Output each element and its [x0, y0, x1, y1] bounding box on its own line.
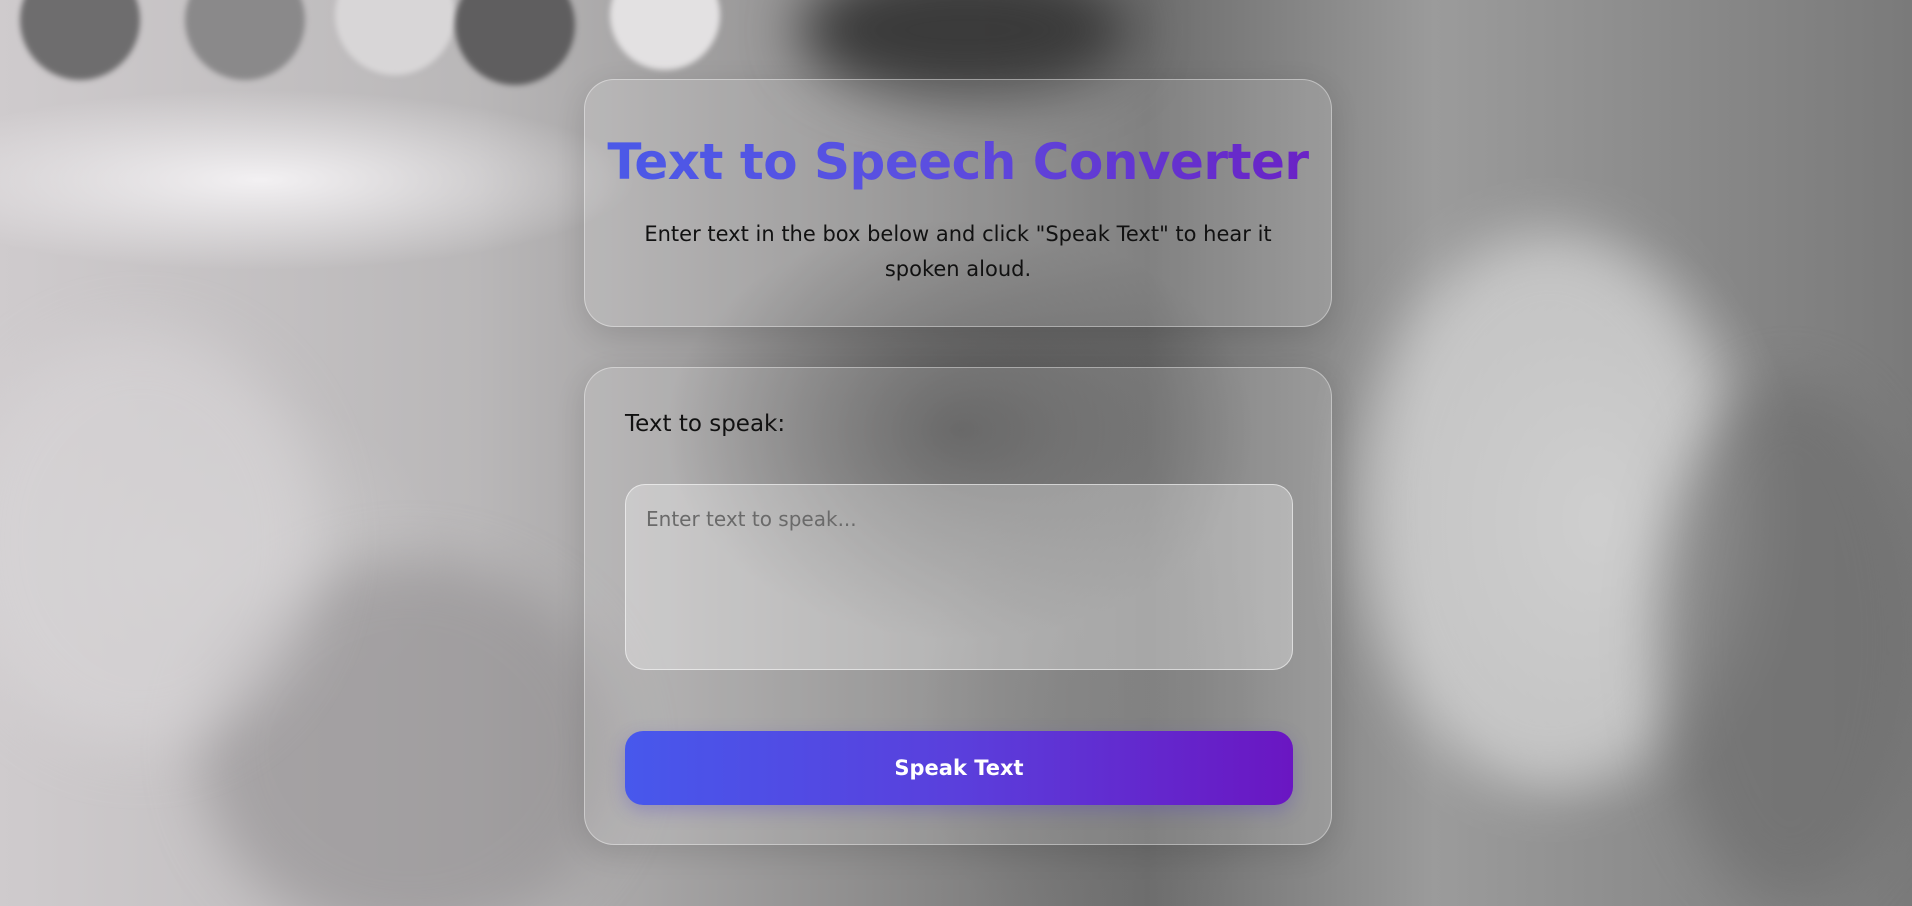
speak-text-button[interactable]: Speak Text	[625, 731, 1293, 805]
speech-form-card: Text to speak: Speak Text	[584, 367, 1332, 845]
background-decoration	[335, 0, 455, 75]
background-decoration	[20, 0, 140, 80]
text-to-speak-textarea[interactable]	[625, 484, 1293, 670]
header-card: Text to Speech Converter Enter text in t…	[584, 79, 1332, 327]
background-decoration	[185, 0, 305, 80]
page-title: Text to Speech Converter	[585, 130, 1331, 194]
background-decoration	[1660, 380, 1912, 900]
background-decoration	[610, 0, 720, 70]
text-input-label: Text to speak:	[625, 411, 786, 437]
page-subtitle: Enter text in the box below and click "S…	[644, 222, 1272, 281]
background-decoration	[455, 0, 575, 85]
